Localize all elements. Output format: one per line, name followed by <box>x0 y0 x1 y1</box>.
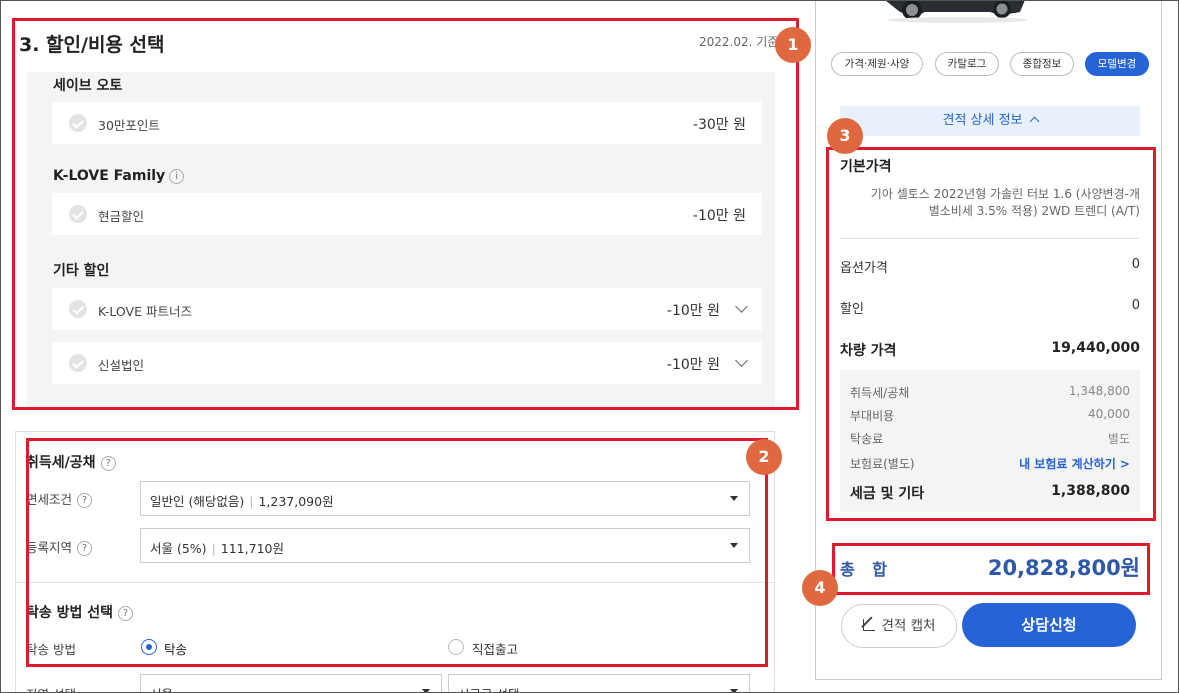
delivery-method-label: 탁송 방법 <box>26 642 76 657</box>
help-icon[interactable]: ? <box>100 456 116 471</box>
option-price-row: 옵션가격 0 <box>840 257 1140 276</box>
radio-delivery[interactable] <box>141 639 157 655</box>
check-icon <box>69 205 87 223</box>
check-icon <box>69 300 87 318</box>
pill-catalog[interactable]: 카탈로그 <box>935 52 999 76</box>
car-image <box>885 0 1028 23</box>
capture-button[interactable]: 견적 캡처 <box>841 604 957 648</box>
select-placeholder: 시군구 선택 <box>458 684 519 693</box>
vehicle-price-row: 차량 가격 19,440,000 <box>840 340 1140 359</box>
discount-item-label: K-LOVE 파트너즈 <box>98 304 192 319</box>
tax-title: 취득세/공채? <box>26 452 116 472</box>
select-amount: 111,710원 <box>220 541 284 556</box>
annotation-marker-2: 2 <box>746 439 782 475</box>
registration-region-select[interactable]: 서울 (5%) | 111,710원 <box>140 528 750 563</box>
discount-item-new-corporation[interactable]: 신설법인 -10만 원 <box>52 342 762 384</box>
consult-button[interactable]: 상담신청 <box>962 603 1136 647</box>
fee-row-delivery: 탁송료 별도 <box>850 432 1130 446</box>
select-value: 서울 <box>150 684 173 693</box>
date-basis: 2022.02. 기준 <box>699 35 779 49</box>
discount-item-value: -10만 원 <box>666 303 720 319</box>
discount-item-label: 현금할인 <box>98 209 145 224</box>
chevron-up-icon <box>1029 116 1039 127</box>
divider <box>15 582 775 583</box>
pill-price-spec[interactable]: 가격·제원·사양 <box>831 52 923 76</box>
discount-item-value: -10만 원 <box>692 208 746 224</box>
base-price-title: 기본가격 <box>840 159 892 175</box>
discount-item-label: 30만포인트 <box>98 118 160 133</box>
discount-item-label: 신설법인 <box>98 358 145 373</box>
region-select[interactable]: 서울 <box>140 674 442 693</box>
dropdown-arrow-icon <box>422 689 430 693</box>
chevron-down-icon[interactable] <box>735 354 748 367</box>
annotation-marker-4: 4 <box>802 570 838 606</box>
discount-item-cash[interactable]: 현금할인 -10만 원 <box>52 193 762 235</box>
pill-change-model[interactable]: 모델변경 <box>1085 52 1149 76</box>
divider <box>840 238 1140 239</box>
detail-toggle[interactable]: 견적 상세 정보 <box>840 106 1140 136</box>
delivery-title: 탁송 방법 선택? <box>26 602 134 622</box>
total-label: 총 합 <box>840 560 894 579</box>
group-title-other-discount: 기타 할인 <box>53 263 110 279</box>
group-title-klove-family: K-LOVE Family i <box>53 168 185 184</box>
discount-item-value: -10만 원 <box>666 357 720 373</box>
discount-list: 세이브 오토 30만포인트 -30만 원 K-LOVE Family i 현금할인… <box>27 72 775 408</box>
chevron-down-icon[interactable] <box>735 300 748 313</box>
discount-item-30man-point[interactable]: 30만포인트 -30만 원 <box>52 102 762 144</box>
check-icon <box>69 354 87 372</box>
help-icon[interactable]: ? <box>77 493 93 508</box>
check-icon <box>69 114 87 132</box>
help-icon[interactable]: ? <box>118 606 134 621</box>
region-select-label: 지역 선택 <box>26 684 76 693</box>
select-amount: 1,237,090원 <box>258 494 334 509</box>
tax-exemption-label: 면세조건? <box>26 489 93 508</box>
fee-row-extra: 부대비용 40,000 <box>850 407 1130 423</box>
fee-row-tax: 취득세/공채 1,348,800 <box>850 384 1130 400</box>
section-title: 3. 할인/비용 선택 <box>19 34 165 56</box>
radio-delivery-label[interactable]: 탁송 <box>164 639 187 658</box>
fee-row-insurance: 보험료(별도) 내 보험료 계산하기 > <box>850 455 1130 472</box>
select-value: 일반인 (해당없음) <box>150 494 245 509</box>
discount-row: 할인 0 <box>840 298 1140 317</box>
registration-region-label: 등록지역? <box>26 537 93 556</box>
annotation-marker-1: 1 <box>775 27 811 63</box>
discount-item-value: -30만 원 <box>692 117 746 133</box>
group-title-save-auto: 세이브 오토 <box>53 78 123 94</box>
insurance-calc-link[interactable]: 내 보험료 계산하기 > <box>1019 455 1130 472</box>
discount-item-klove-partners[interactable]: K-LOVE 파트너즈 -10만 원 <box>52 288 762 330</box>
annotation-marker-3: 3 <box>827 118 863 154</box>
select-value: 서울 (5%) <box>150 541 207 556</box>
info-icon[interactable]: i <box>169 169 185 184</box>
base-price-description: 기아 셀토스 2022년형 가솔린 터보 1.6 (사양변경-개 별소비세 3.… <box>870 187 1140 218</box>
dropdown-arrow-icon <box>730 543 738 548</box>
fees-box: 취득세/공채 1,348,800 부대비용 40,000 탁송료 별도 보험료(별도)… <box>840 370 1140 512</box>
pill-overview[interactable]: 종합정보 <box>1010 52 1074 76</box>
crop-icon <box>862 619 875 631</box>
tax-total-row: 세금 및 기타 1,388,800 <box>850 483 1130 502</box>
help-icon[interactable]: ? <box>77 541 93 556</box>
total-value: 20,828,800원 <box>987 556 1140 580</box>
tax-exemption-select[interactable]: 일반인 (해당없음) | 1,237,090원 <box>140 481 750 516</box>
dropdown-arrow-icon <box>730 496 738 501</box>
radio-direct-pickup-label[interactable]: 직접출고 <box>472 639 518 658</box>
city-select[interactable]: 시군구 선택 <box>448 674 750 693</box>
dropdown-arrow-icon <box>730 689 738 693</box>
radio-direct-pickup[interactable] <box>448 639 464 655</box>
discount-section: 3. 할인/비용 선택 2022.02. 기준 세이브 오토 30만포인트 -3… <box>15 18 779 408</box>
